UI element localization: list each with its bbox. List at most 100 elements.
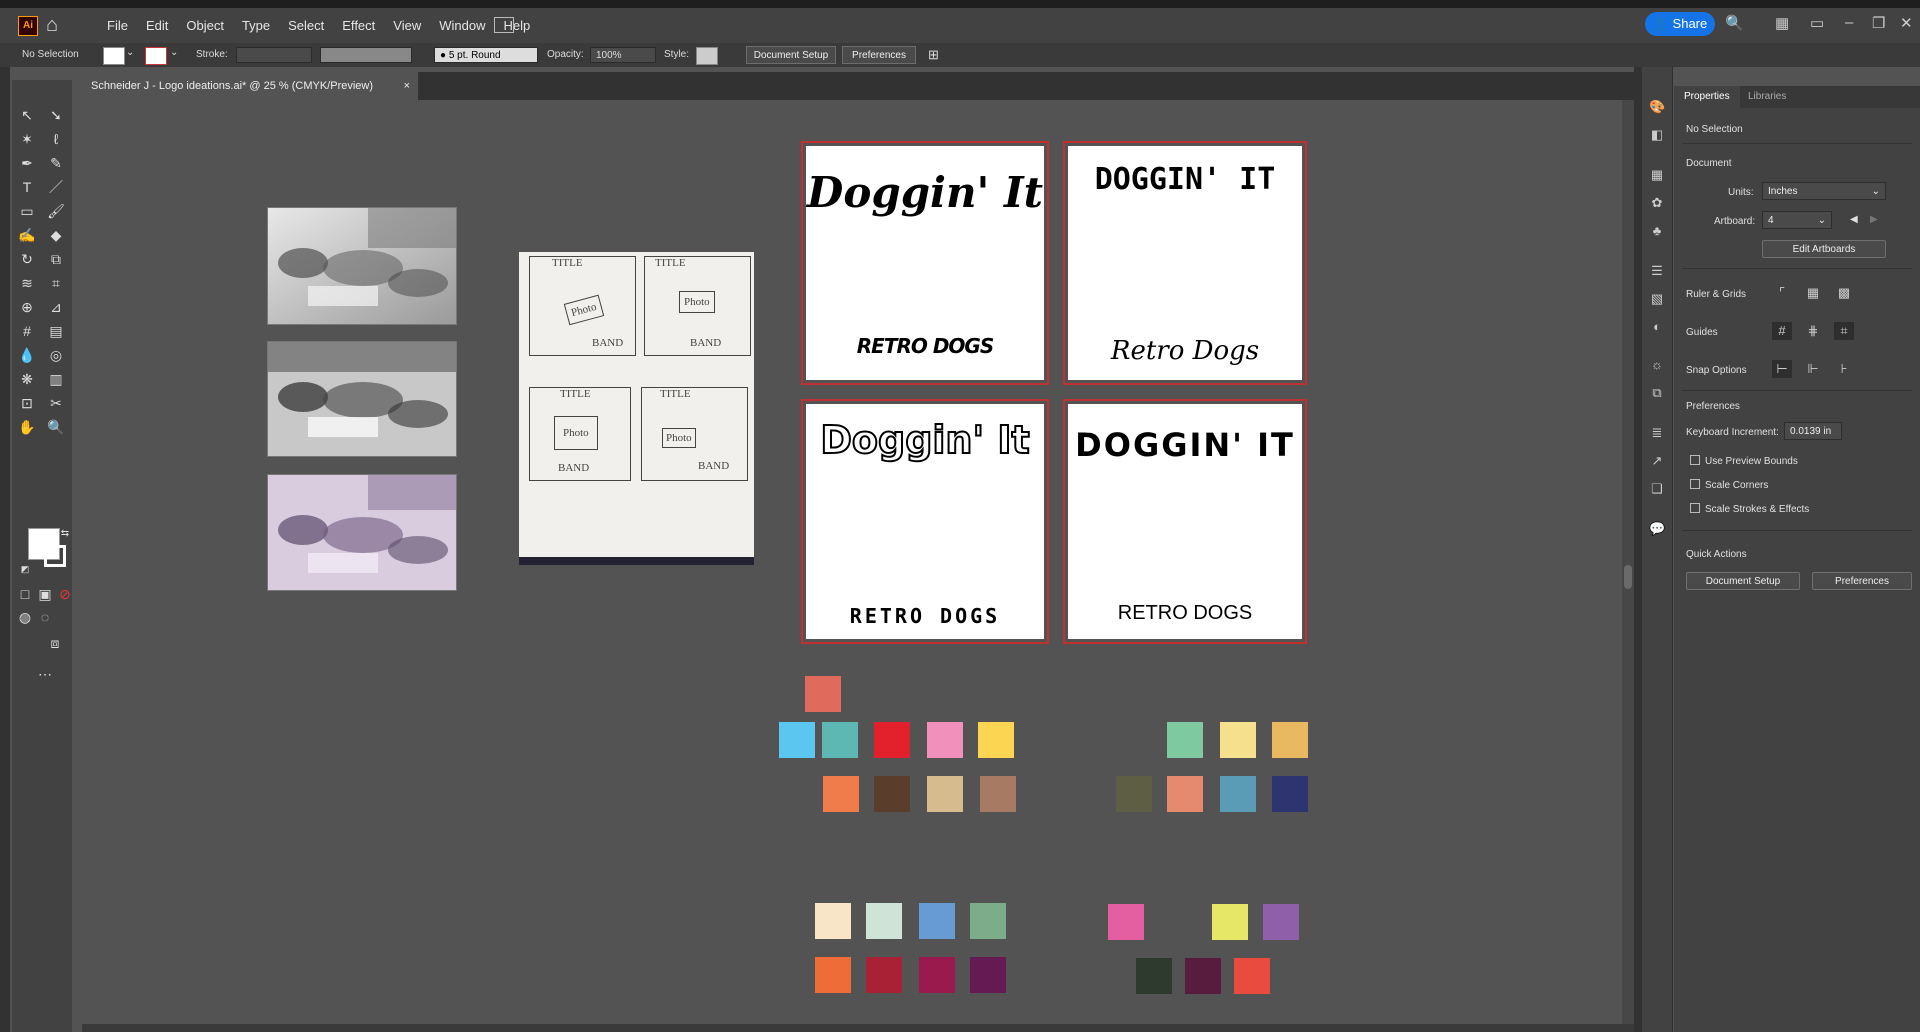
swap-fill-stroke-icon[interactable]: ⇆ xyxy=(56,525,74,543)
search-icon[interactable]: 🔍 xyxy=(1725,14,1744,32)
transparency-icon[interactable]: ◐ xyxy=(1649,319,1665,335)
menu-edit[interactable]: Edit xyxy=(137,14,177,37)
default-fill-stroke-icon[interactable]: ◩ xyxy=(16,560,34,578)
stroke-swatch[interactable] xyxy=(145,47,167,65)
tab-libraries[interactable]: Libraries xyxy=(1738,86,1796,108)
quick-preferences-button[interactable]: Preferences xyxy=(1812,572,1912,590)
scale-strokes-checkbox[interactable] xyxy=(1690,503,1700,513)
color-guide-icon[interactable]: ◧ xyxy=(1649,127,1665,143)
swatches-icon[interactable]: ▦ xyxy=(1649,167,1665,183)
rotate-tool-icon[interactable]: ↻ xyxy=(18,250,36,268)
smart-guides-icon[interactable]: ⌗ xyxy=(1834,322,1854,340)
color-swatch[interactable] xyxy=(1272,776,1308,812)
opacity-field[interactable]: 100% xyxy=(590,47,656,63)
document-tab[interactable]: Schneider J - Logo ideations.ai* @ 25 % … xyxy=(82,72,418,100)
quick-document-setup-button[interactable]: Document Setup xyxy=(1686,572,1800,590)
units-dropdown[interactable]: Inches ⌄ xyxy=(1762,182,1886,200)
dog-photo-2[interactable] xyxy=(267,341,457,457)
none-mode-icon[interactable]: ⊘ xyxy=(56,585,74,603)
stroke-color-box[interactable] xyxy=(44,545,66,567)
gradient-panel-icon[interactable]: ▧ xyxy=(1649,291,1665,307)
document-setup-button[interactable]: Document Setup xyxy=(746,46,836,64)
next-artboard-icon[interactable]: ▶ xyxy=(1870,214,1878,225)
brush-definition-dropdown[interactable]: ● 5 pt. Round xyxy=(434,47,538,63)
previous-artboard-icon[interactable]: ◀ xyxy=(1850,214,1858,225)
artboard-dropdown[interactable]: 4 ⌄ xyxy=(1762,211,1832,229)
appearance-icon[interactable]: ☼ xyxy=(1649,357,1665,373)
dog-photo-3[interactable] xyxy=(267,474,457,591)
dog-photo-1[interactable] xyxy=(267,207,457,325)
gradient-mode-icon[interactable]: ▣ xyxy=(36,585,54,603)
variable-width-profile[interactable] xyxy=(320,47,412,63)
tab-properties[interactable]: Properties xyxy=(1674,86,1740,108)
color-swatch[interactable] xyxy=(822,722,858,758)
color-swatch[interactable] xyxy=(1272,722,1308,758)
curvature-tool-icon[interactable]: ✎ xyxy=(47,154,65,172)
graphic-style-swatch[interactable] xyxy=(696,47,718,65)
chevron-down-icon[interactable]: ⌄ xyxy=(126,47,134,58)
use-preview-bounds-checkbox[interactable] xyxy=(1690,455,1700,465)
symbols-icon[interactable]: ♣ xyxy=(1649,223,1665,239)
scale-tool-icon[interactable]: ⧉ xyxy=(47,250,65,268)
restore-icon[interactable]: ❐ xyxy=(1872,14,1885,32)
minimize-icon[interactable]: – xyxy=(1845,14,1853,31)
chevron-down-icon[interactable]: ⌄ xyxy=(170,47,178,58)
fill-swatch[interactable] xyxy=(103,47,125,65)
color-swatch[interactable] xyxy=(927,776,963,812)
symbol-sprayer-tool-icon[interactable]: ❋ xyxy=(18,370,36,388)
blend-tool-icon[interactable]: ◎ xyxy=(47,346,65,364)
snap-to-glyph-icon[interactable]: ⊦ xyxy=(1834,360,1854,378)
brushes-icon[interactable]: ✿ xyxy=(1649,195,1665,211)
preferences-button[interactable]: Preferences xyxy=(842,46,916,64)
color-swatch[interactable] xyxy=(980,776,1016,812)
color-swatch[interactable] xyxy=(1108,904,1144,940)
color-swatch[interactable] xyxy=(1136,958,1172,994)
color-swatch[interactable] xyxy=(1220,776,1256,812)
color-swatch[interactable] xyxy=(1234,958,1270,994)
color-swatch[interactable] xyxy=(919,957,955,993)
arrange-documents-icon[interactable] xyxy=(494,17,514,33)
direct-selection-tool-icon[interactable]: ➘ xyxy=(47,106,65,124)
opacity-label[interactable]: Opacity: xyxy=(547,49,584,60)
menu-file[interactable]: File xyxy=(98,14,137,37)
color-swatch[interactable] xyxy=(927,722,963,758)
snap-to-pixel-icon[interactable]: ⊩ xyxy=(1803,360,1823,378)
color-swatch[interactable] xyxy=(874,776,910,812)
artboards-panel-icon[interactable]: ❏ xyxy=(1649,481,1665,497)
color-swatch[interactable] xyxy=(866,957,902,993)
export-icon[interactable]: ↗ xyxy=(1649,453,1665,469)
color-swatch[interactable] xyxy=(919,903,955,939)
snap-to-point-icon[interactable]: ⊢ xyxy=(1772,360,1792,378)
color-swatch[interactable] xyxy=(1116,776,1152,812)
artboard-2[interactable]: DOGGIN' IT Retro Dogs xyxy=(1063,141,1307,385)
scroll-thumb[interactable] xyxy=(1624,565,1632,589)
zoom-tool-icon[interactable]: 🔍 xyxy=(47,418,65,436)
menu-effect[interactable]: Effect xyxy=(333,14,384,37)
free-transform-tool-icon[interactable]: ⌗ xyxy=(47,274,65,292)
draw-normal-icon[interactable]: ◍ xyxy=(16,608,34,626)
ruler-icon[interactable]: ⌜ xyxy=(1772,284,1792,302)
mesh-tool-icon[interactable]: # xyxy=(18,322,36,340)
perspective-grid-tool-icon[interactable]: ⊿ xyxy=(47,298,65,316)
color-swatch[interactable] xyxy=(866,903,902,939)
eraser-tool-icon[interactable]: ◆ xyxy=(47,226,65,244)
pen-tool-icon[interactable]: ✒ xyxy=(18,154,36,172)
home-icon[interactable]: ⌂ xyxy=(46,14,58,37)
color-swatch[interactable] xyxy=(815,957,851,993)
align-icon[interactable]: ⊞ xyxy=(928,47,939,63)
shaper-tool-icon[interactable]: ✍ xyxy=(18,226,36,244)
lock-guides-icon[interactable]: ⋕ xyxy=(1803,322,1823,340)
transparency-grid-icon[interactable]: ▩ xyxy=(1834,284,1854,302)
shape-builder-tool-icon[interactable]: ⊕ xyxy=(18,298,36,316)
vertical-scrollbar[interactable] xyxy=(1622,100,1634,1024)
color-swatch[interactable] xyxy=(978,722,1014,758)
panel-toggle-icon[interactable]: ▭ xyxy=(1810,14,1824,32)
color-swatch[interactable] xyxy=(970,903,1006,939)
color-swatch[interactable] xyxy=(1167,776,1203,812)
share-button[interactable]: 👤 Share xyxy=(1645,12,1715,36)
workspace-icon[interactable]: ▦ xyxy=(1775,14,1789,32)
line-tool-icon[interactable]: ／ xyxy=(47,178,65,196)
color-swatch[interactable] xyxy=(779,722,815,758)
screen-mode-icon[interactable]: ⧈ xyxy=(46,634,64,652)
color-swatch[interactable] xyxy=(1263,904,1299,940)
